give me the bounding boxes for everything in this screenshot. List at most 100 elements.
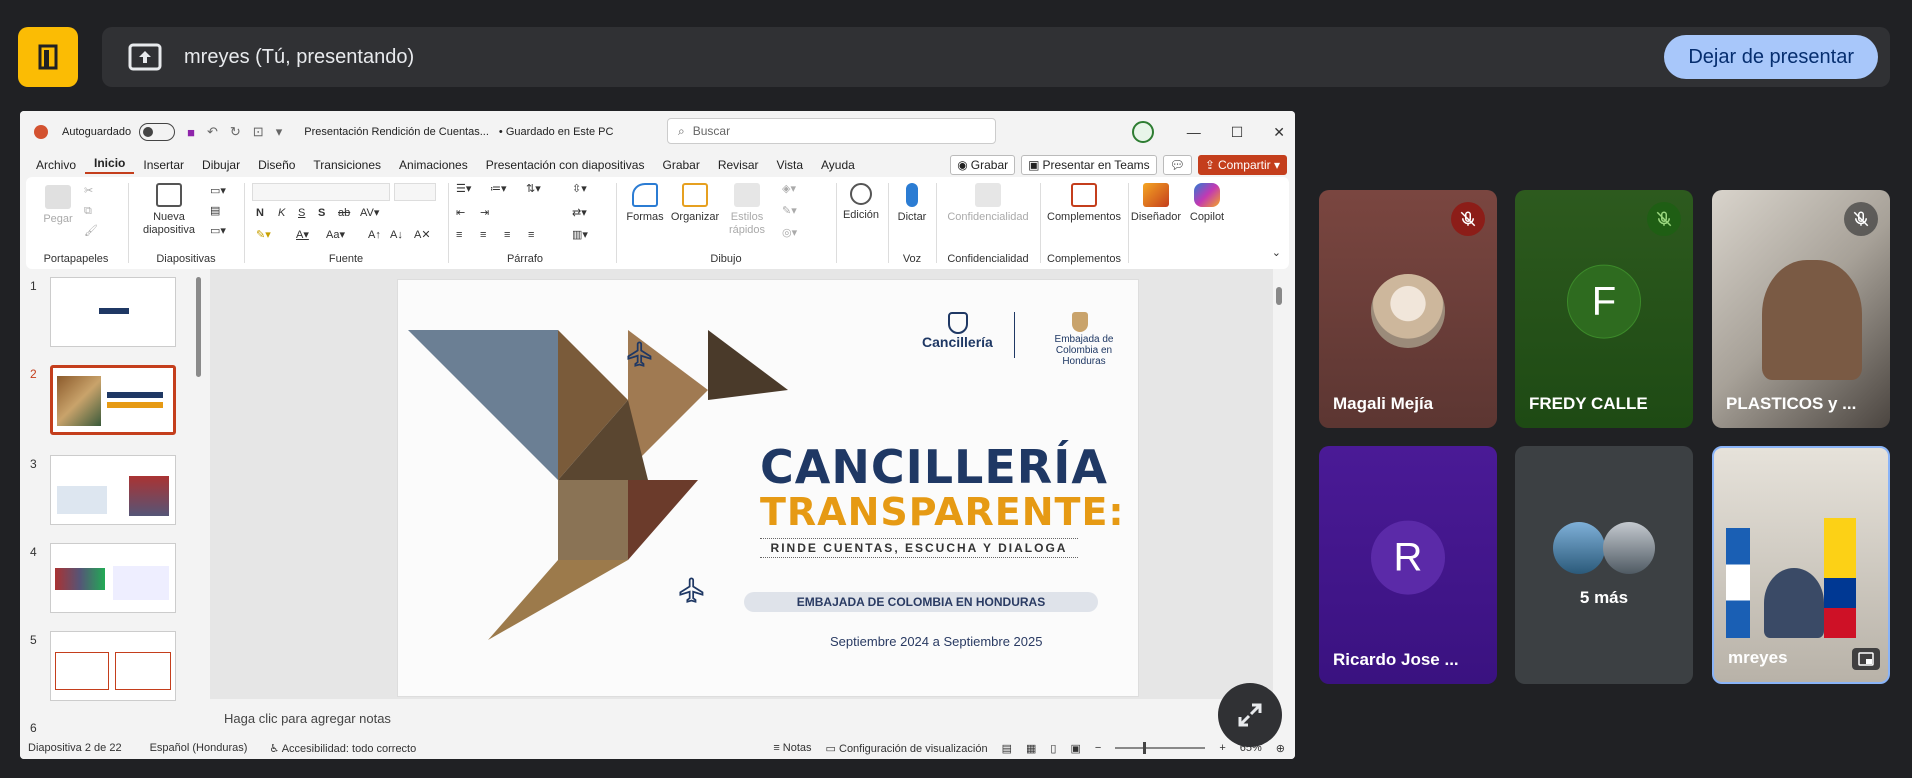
tab-diseno[interactable]: Diseño	[249, 158, 304, 172]
notes-toggle[interactable]: ≡ Notas	[773, 742, 811, 754]
autosave-toggle[interactable]	[139, 123, 176, 141]
change-case-icon[interactable]: Aa▾	[326, 229, 345, 242]
text-direction-icon[interactable]: ⇄▾	[572, 207, 587, 220]
grow-font-icon[interactable]: A↑	[368, 229, 381, 242]
align-right-icon[interactable]: ≡	[504, 229, 510, 242]
designer-button[interactable]: Diseñador	[1130, 183, 1182, 224]
increase-indent-icon[interactable]: ⇥	[480, 207, 489, 220]
notes-pane[interactable]: Haga clic para agregar notas	[210, 701, 1285, 735]
layout-icon[interactable]: ▭▾	[210, 185, 226, 198]
fit-slide-icon[interactable]: ⊕	[1276, 742, 1285, 755]
align-left-icon[interactable]: ≡	[456, 229, 462, 242]
tab-revisar[interactable]: Revisar	[709, 158, 768, 172]
highlight-icon[interactable]: ✎▾	[256, 229, 271, 242]
paste-button[interactable]: Pegar	[38, 185, 78, 226]
sorter-view-icon[interactable]: ▦	[1026, 742, 1036, 755]
tab-ayuda[interactable]: Ayuda	[812, 158, 864, 172]
sensitivity-badge-icon[interactable]	[1132, 121, 1154, 143]
font-color-icon[interactable]: A▾	[296, 229, 309, 242]
align-center-icon[interactable]: ≡	[480, 229, 486, 242]
participant-tile[interactable]: Magali Mejía	[1319, 190, 1497, 428]
justify-icon[interactable]: ≡	[528, 229, 534, 242]
format-painter-icon[interactable]: 🖌︎	[84, 225, 98, 238]
zoom-out-icon[interactable]: −	[1095, 742, 1101, 754]
sort-icon[interactable]: ⇳▾	[572, 183, 587, 196]
reading-view-icon[interactable]: ▯	[1050, 742, 1056, 755]
bold-icon[interactable]: N	[256, 207, 264, 220]
save-icon[interactable]: ■	[187, 125, 195, 140]
collapse-ribbon-icon[interactable]: ⌄	[1272, 247, 1281, 260]
accessibility-status[interactable]: ♿︎ Accesibilidad: todo correcto	[269, 742, 416, 755]
slide-thumbnail-5[interactable]	[50, 631, 176, 701]
language-status[interactable]: Español (Honduras)	[150, 742, 248, 754]
tab-inicio[interactable]: Inicio	[85, 156, 135, 174]
tab-archivo[interactable]: Archivo	[27, 158, 85, 172]
tab-insertar[interactable]: Insertar	[134, 158, 193, 172]
strikethrough-icon[interactable]: ab	[338, 207, 350, 220]
shapes-button[interactable]: Formas	[624, 183, 666, 224]
slideshow-view-icon[interactable]: ▣	[1070, 742, 1080, 755]
close-icon[interactable]: ✕	[1273, 124, 1285, 141]
tab-vista[interactable]: Vista	[768, 158, 812, 172]
spacing-icon[interactable]: AV▾	[360, 207, 379, 220]
minimize-icon[interactable]: —	[1187, 124, 1201, 140]
shape-outline-icon[interactable]: ✎▾	[782, 205, 797, 218]
pip-icon[interactable]	[1852, 648, 1880, 670]
line-spacing-icon[interactable]: ⇅▾	[526, 183, 541, 196]
zoom-slider[interactable]	[1115, 742, 1206, 754]
tab-animaciones[interactable]: Animaciones	[390, 158, 477, 172]
cut-icon[interactable]: ✂	[84, 185, 93, 198]
thumbnails-scrollbar[interactable]	[196, 269, 202, 735]
share-button[interactable]: ⇪ Compartir ▾	[1197, 155, 1287, 175]
slide-thumbnail-2[interactable]	[50, 365, 176, 435]
participant-tile-self[interactable]: mreyes	[1712, 446, 1890, 684]
new-slide-button[interactable]: Nueva diapositiva	[136, 183, 202, 237]
section-icon[interactable]: ▭▾	[210, 225, 226, 238]
participant-tile[interactable]: R Ricardo Jose ...	[1319, 446, 1497, 684]
font-family-select[interactable]	[252, 183, 390, 201]
customize-toolbar-icon[interactable]: ▾	[276, 124, 283, 140]
slide-scrollbar[interactable]	[1273, 269, 1285, 699]
maximize-icon[interactable]: ☐	[1231, 124, 1244, 141]
numbering-icon[interactable]: ≔▾	[490, 183, 507, 196]
search-input[interactable]: ⌕ Buscar	[667, 118, 996, 144]
font-size-select[interactable]	[394, 183, 436, 201]
undo-icon[interactable]: ↶	[207, 124, 218, 140]
reset-icon[interactable]: ▤	[210, 205, 220, 218]
record-button[interactable]: ◉ Grabar	[950, 155, 1016, 175]
participant-tile[interactable]: PLASTICOS y ...	[1712, 190, 1890, 428]
underline-icon[interactable]: S	[298, 207, 305, 220]
dictate-button[interactable]: Dictar	[892, 183, 932, 224]
view-config-button[interactable]: ▭ Configuración de visualización	[826, 742, 988, 755]
copy-icon[interactable]: ⧉	[84, 205, 92, 218]
slide-thumbnail-3[interactable]	[50, 455, 176, 525]
editing-button[interactable]: Edición	[838, 183, 884, 222]
present-in-teams-button[interactable]: ▣ Presentar en Teams	[1021, 155, 1157, 175]
italic-icon[interactable]: K	[278, 207, 285, 220]
stop-presenting-button[interactable]: Dejar de presentar	[1664, 35, 1878, 79]
comments-button[interactable]: 💬︎	[1162, 155, 1192, 175]
redo-icon[interactable]: ↻	[230, 124, 241, 140]
sensitivity-button[interactable]: Confidencialidad	[940, 183, 1036, 224]
expand-button[interactable]	[1218, 683, 1282, 747]
current-slide[interactable]: Cancillería Embajada de Colombia en Hond…	[397, 279, 1139, 697]
arrange-button[interactable]: Organizar	[670, 183, 720, 224]
save-status[interactable]: • Guardado en Este PC	[499, 126, 614, 138]
tab-transiciones[interactable]: Transiciones	[304, 158, 390, 172]
addins-button[interactable]: Complementos	[1044, 183, 1124, 224]
tab-dibujar[interactable]: Dibujar	[193, 158, 249, 172]
more-participants-tile[interactable]: 5 más	[1515, 446, 1693, 684]
shape-effects-icon[interactable]: ◎▾	[782, 227, 797, 240]
bullets-icon[interactable]: ☰▾	[456, 183, 471, 196]
slide-thumbnail-4[interactable]	[50, 543, 176, 613]
shape-fill-icon[interactable]: ◈▾	[782, 183, 796, 196]
zoom-in-icon[interactable]: +	[1219, 742, 1225, 754]
decrease-indent-icon[interactable]: ⇤	[456, 207, 465, 220]
participant-tile[interactable]: F FREDY CALLE	[1515, 190, 1693, 428]
leave-call-button[interactable]	[18, 27, 78, 87]
present-from-start-icon[interactable]: ⊡	[253, 124, 264, 140]
tab-presentacion[interactable]: Presentación con diapositivas	[477, 158, 654, 172]
normal-view-icon[interactable]: ▤	[1002, 742, 1012, 755]
tab-grabar[interactable]: Grabar	[653, 158, 708, 172]
slide-thumbnail-1[interactable]	[50, 277, 176, 347]
